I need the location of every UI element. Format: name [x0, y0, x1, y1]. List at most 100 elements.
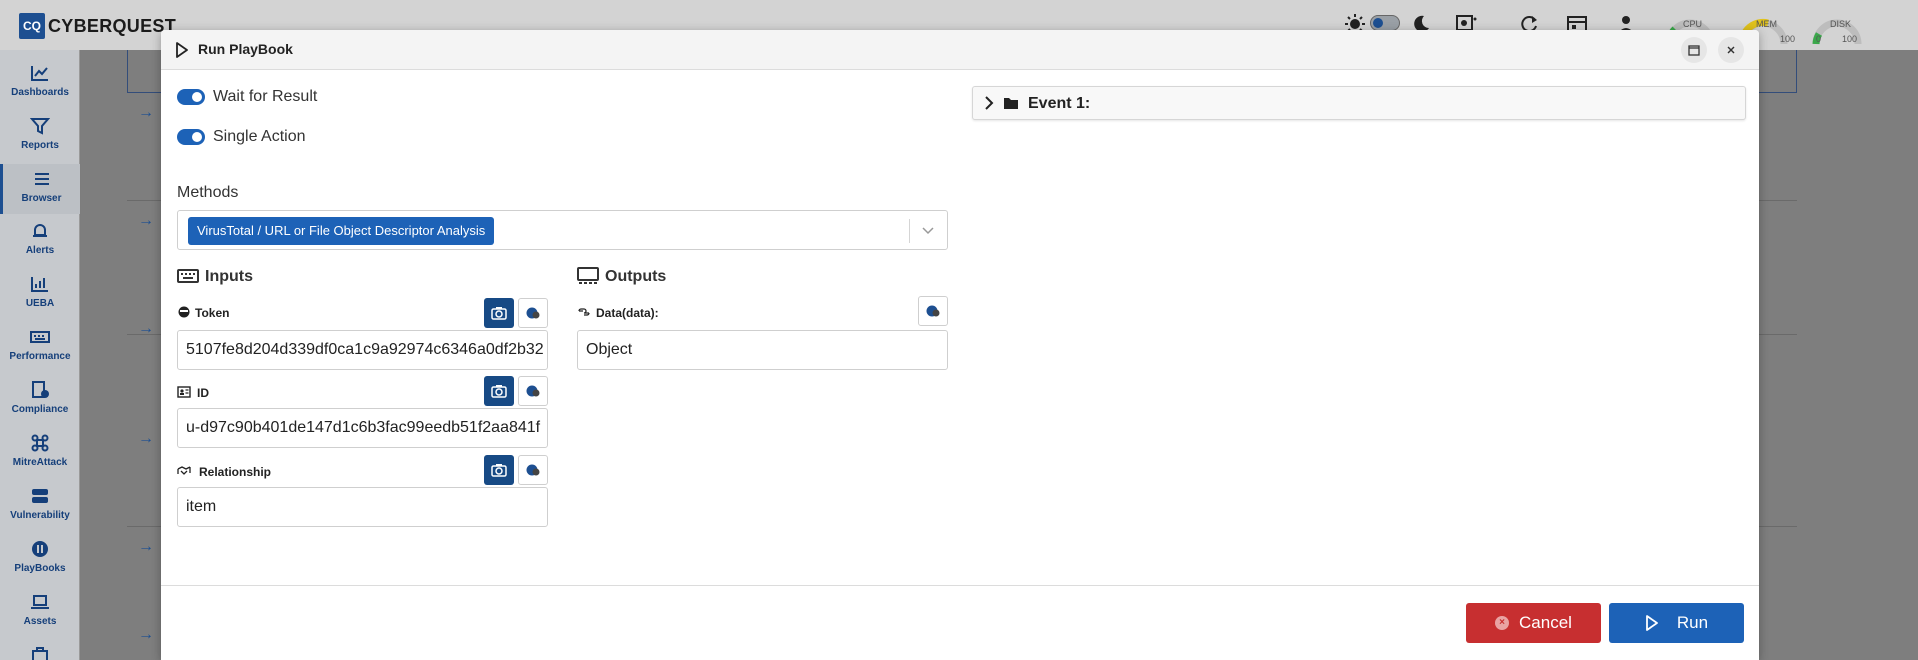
- disk-max: 100: [1842, 34, 1858, 44]
- run-label: Run: [1676, 613, 1709, 632]
- id-card-icon: [177, 386, 191, 398]
- footer-divider: [161, 585, 1759, 586]
- play-icon: [1646, 615, 1658, 631]
- sidebar-item-assets[interactable]: Assets: [0, 587, 80, 637]
- sidebar-item-label: Alerts: [25, 245, 55, 256]
- maximize-button[interactable]: [1681, 37, 1707, 63]
- arrow-right-icon[interactable]: →: [138, 212, 154, 230]
- token-globe-button[interactable]: [518, 298, 548, 328]
- arrow-right-icon[interactable]: →: [138, 104, 154, 122]
- relationship-label: Relationship: [199, 465, 272, 479]
- list-icon: [34, 173, 49, 185]
- sidebar-item-compliance[interactable]: Compliance: [0, 375, 80, 425]
- relationship-globe-button[interactable]: [518, 455, 548, 485]
- wait-for-result-label: Wait for Result: [213, 88, 318, 105]
- sidebar-item-mitreattack[interactable]: MitreAttack: [0, 428, 80, 478]
- cancel-button[interactable]: × Cancel: [1466, 603, 1601, 643]
- chevron-down-icon[interactable]: [921, 224, 935, 238]
- sidebar-item-ueba[interactable]: UEBA: [0, 269, 80, 319]
- sidebar: Dashboards Reports Browser Alerts UEBA P…: [0, 50, 80, 660]
- camera-icon: [491, 385, 507, 398]
- dialog-header: Run PlayBook: [161, 30, 1759, 70]
- id-input[interactable]: u-d97c90b401de147d1c6b3fac99eedb51f2aa84…: [177, 408, 548, 448]
- data-output-input[interactable]: Object: [577, 330, 948, 370]
- disk-label: DISK: [1830, 19, 1852, 29]
- wait-for-result-toggle[interactable]: [177, 89, 205, 105]
- arrow-right-icon[interactable]: →: [138, 538, 154, 556]
- arrow-right-icon[interactable]: →: [138, 430, 154, 448]
- server-icon: [32, 489, 48, 503]
- handshake-icon: [177, 466, 191, 475]
- run-button[interactable]: Run: [1609, 603, 1744, 643]
- mem-max: 100: [1780, 34, 1796, 44]
- playbook-icon: [32, 541, 48, 557]
- sidebar-item-label: Assets: [23, 616, 57, 627]
- methods-select[interactable]: VirusTotal / URL or File Object Descript…: [177, 210, 948, 250]
- logo[interactable]: CQ CYBERQUEST: [19, 13, 176, 39]
- dialog-title: Run PlayBook: [198, 41, 293, 57]
- arrow-right-icon[interactable]: →: [138, 626, 154, 644]
- cancel-label: Cancel: [1519, 613, 1572, 632]
- sidebar-item-browser[interactable]: Browser: [0, 164, 80, 214]
- relationship-camera-button[interactable]: [484, 455, 514, 485]
- logo-badge: CQ: [19, 13, 45, 39]
- cpu-label: CPU: [1683, 19, 1703, 29]
- briefcase-icon: [32, 647, 48, 660]
- sidebar-item-label: PlayBooks: [14, 563, 66, 574]
- mem-label: MEM: [1756, 19, 1777, 29]
- folder-icon: [1004, 98, 1018, 109]
- id-label: ID: [197, 386, 209, 400]
- selected-method-chip[interactable]: VirusTotal / URL or File Object Descript…: [188, 217, 495, 245]
- id-camera-button[interactable]: [484, 376, 514, 406]
- data-output-label: Data(data):: [596, 306, 659, 320]
- sidebar-item-reports[interactable]: Reports: [0, 111, 80, 161]
- globe-search-icon: [526, 307, 540, 319]
- sidebar-item-label: MitreAttack: [12, 457, 68, 468]
- maximize-icon: [1688, 44, 1700, 56]
- inputs-title: Inputs: [205, 268, 253, 285]
- close-icon: [1727, 46, 1735, 54]
- sidebar-item-alerts[interactable]: Alerts: [0, 216, 80, 266]
- sidebar-item-label: Browser: [21, 193, 62, 204]
- chevron-right-icon: [985, 96, 994, 110]
- link-icon: [578, 308, 590, 316]
- data-output-globe-button[interactable]: [918, 296, 948, 326]
- relationship-input[interactable]: item: [177, 487, 548, 527]
- select-separator: [909, 219, 910, 243]
- sidebar-item-label: Dashboards: [11, 87, 69, 98]
- play-icon: [176, 42, 188, 58]
- sidebar-item-label: Reports: [21, 140, 59, 151]
- arrow-right-icon[interactable]: →: [138, 320, 154, 338]
- token-camera-button[interactable]: [484, 298, 514, 328]
- keyboard-icon: [30, 331, 50, 343]
- camera-icon: [491, 464, 507, 477]
- globe-search-icon: [926, 305, 940, 317]
- id-globe-button[interactable]: [518, 376, 548, 406]
- bell-icon: [33, 224, 47, 237]
- graph-icon: [31, 277, 48, 292]
- command-icon: [31, 434, 49, 452]
- event-label: Event 1:: [1028, 95, 1091, 112]
- theme-toggle[interactable]: [1370, 15, 1400, 31]
- filter-icon: [29, 118, 51, 135]
- sidebar-item-performance[interactable]: Performance: [0, 322, 80, 372]
- token-label: Token: [195, 306, 230, 320]
- sidebar-item-dashboards[interactable]: Dashboards: [0, 58, 80, 108]
- token-input[interactable]: 5107fe8d204d339df0ca1c9a92974c6346a0df2b…: [177, 330, 548, 370]
- single-action-label: Single Action: [213, 128, 306, 145]
- event-accordion[interactable]: Event 1:: [972, 86, 1746, 120]
- user-secret-icon: [178, 306, 190, 318]
- monitor-icon: [577, 267, 599, 284]
- sidebar-item-more[interactable]: [0, 640, 80, 660]
- sidebar-item-vulnerability[interactable]: Vulnerability: [0, 481, 80, 531]
- close-button[interactable]: [1718, 37, 1744, 63]
- sidebar-item-label: Performance: [9, 351, 71, 362]
- laptop-icon: [31, 595, 49, 609]
- sidebar-item-playbooks[interactable]: PlayBooks: [0, 534, 80, 584]
- chart-icon: [31, 66, 48, 81]
- disk-gauge: DISK 0 100: [1812, 8, 1862, 50]
- sidebar-item-label: UEBA: [25, 298, 55, 309]
- outputs-title: Outputs: [605, 268, 667, 285]
- single-action-toggle[interactable]: [177, 129, 205, 145]
- disk-min: 0: [1816, 34, 1822, 44]
